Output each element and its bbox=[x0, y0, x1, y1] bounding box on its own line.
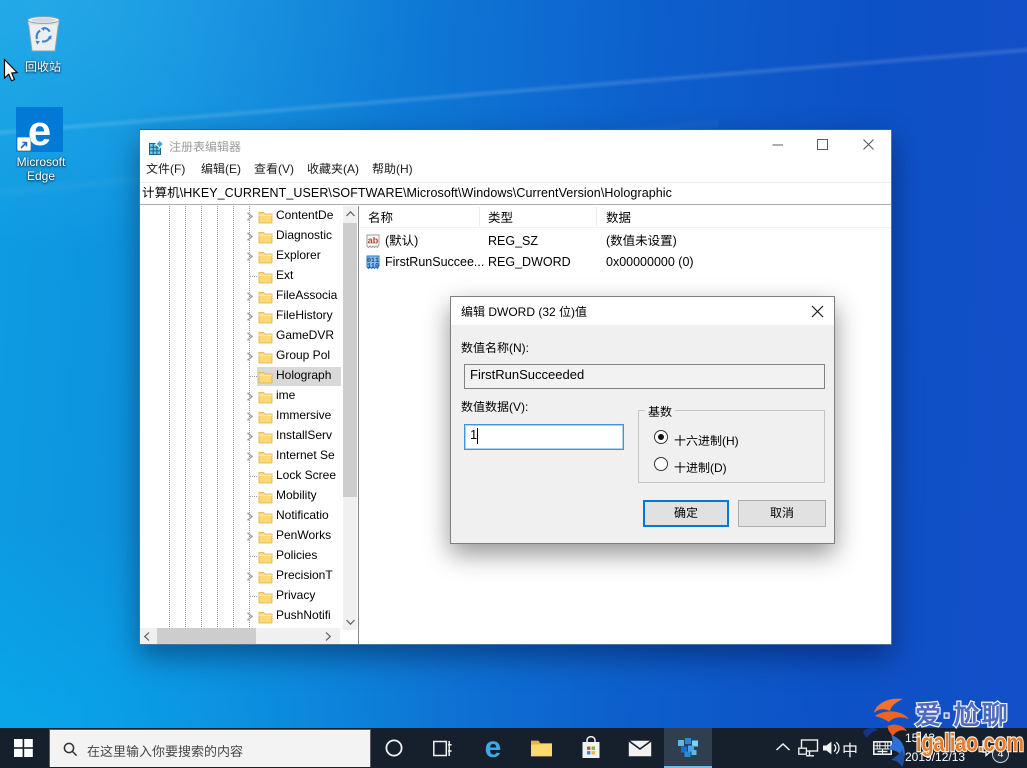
svg-text:igaliao.com: igaliao.com bbox=[916, 729, 1024, 757]
svg-text:110: 110 bbox=[367, 263, 379, 270]
svg-text:e: e bbox=[485, 734, 502, 762]
svg-text:ab: ab bbox=[368, 236, 379, 246]
svg-text:爱·尬聊: 爱·尬聊 bbox=[915, 695, 1010, 732]
svg-text:e: e bbox=[28, 107, 51, 152]
